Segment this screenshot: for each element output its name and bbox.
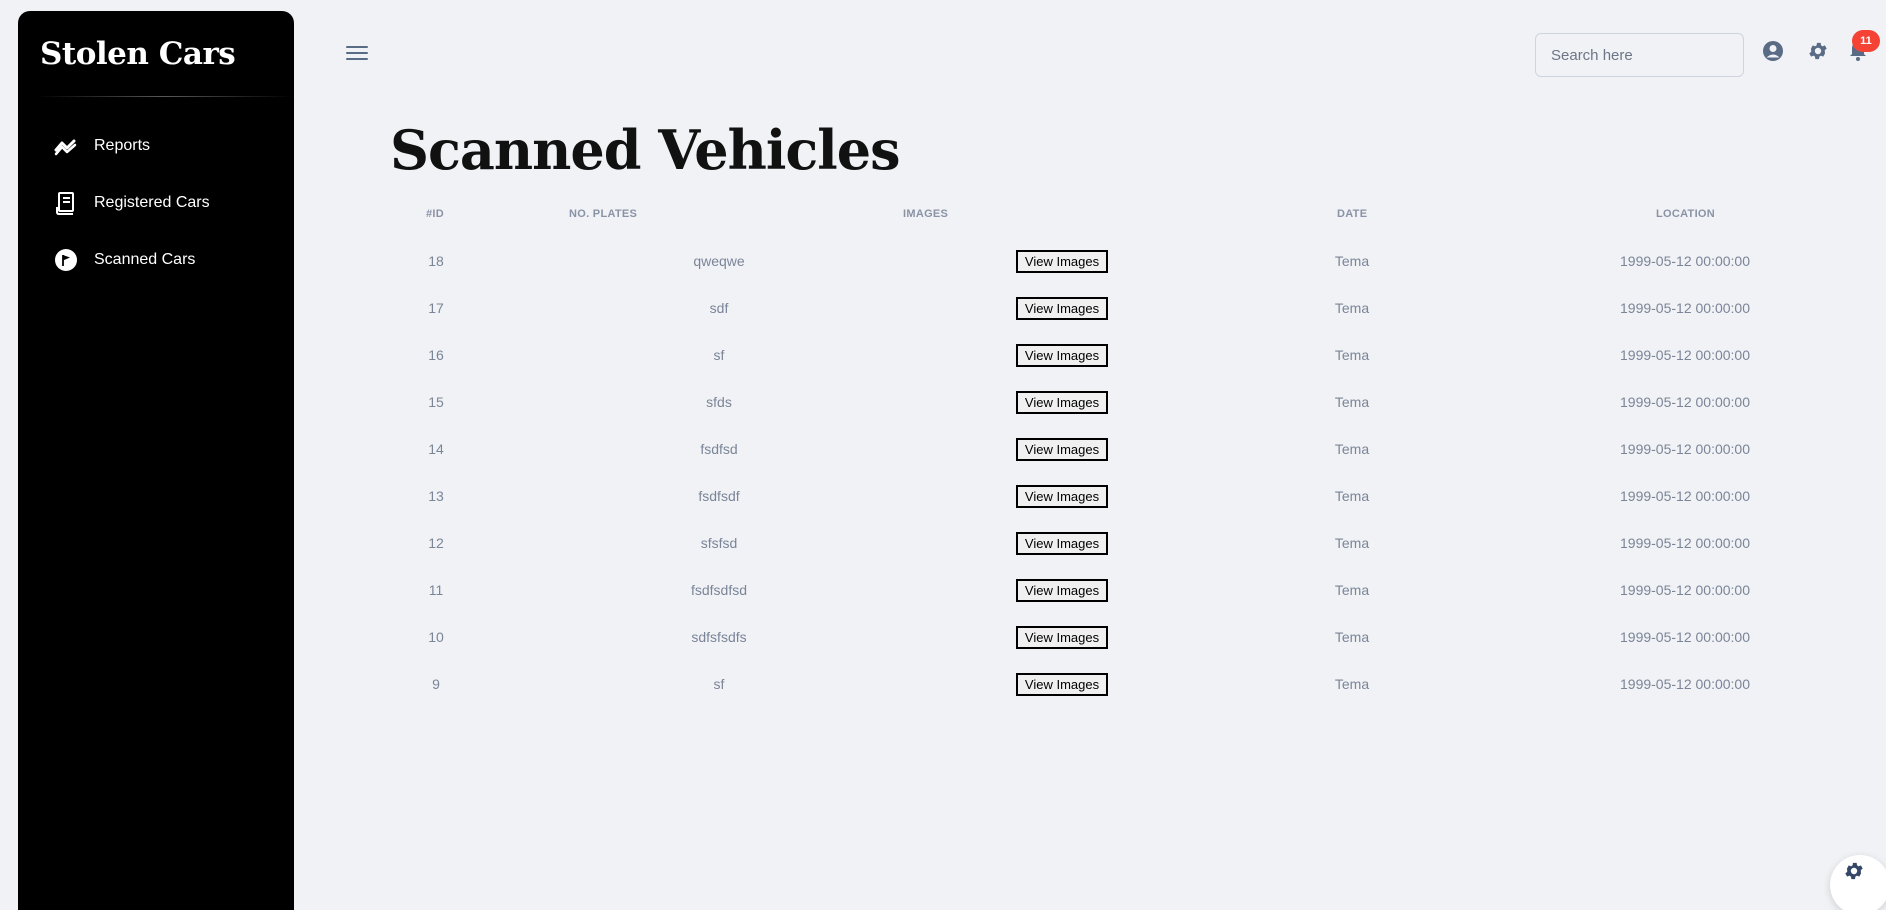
cell-date: Tema (1334, 535, 1370, 551)
cell-location: 1999-05-12 00:00:00 (1620, 441, 1750, 457)
page-title: Scanned Vehicles (390, 118, 901, 182)
cell-date: Tema (1334, 676, 1370, 692)
cell-date: Tema (1334, 582, 1370, 598)
column-header-images: IMAGES (903, 208, 949, 220)
view-images-button[interactable]: View Images (1016, 626, 1108, 649)
cell-plate: sf (713, 347, 725, 363)
view-images-button[interactable]: View Images (1016, 391, 1108, 414)
cell-location: 1999-05-12 00:00:00 (1620, 582, 1750, 598)
view-images-button[interactable]: View Images (1016, 438, 1108, 461)
cell-plate: qweqwe (693, 253, 745, 269)
cell-id: 12 (428, 535, 444, 551)
configurator-button[interactable] (1830, 855, 1886, 910)
cell-id: 17 (428, 300, 444, 316)
sidebar-item-reports[interactable]: Reports (54, 131, 150, 161)
view-images-button[interactable]: View Images (1016, 344, 1108, 367)
cell-id: 13 (428, 488, 444, 504)
cell-id: 11 (428, 582, 444, 598)
cell-location: 1999-05-12 00:00:00 (1620, 394, 1750, 410)
table-row: 16 sf View Images Tema 1999-05-12 00:00:… (0, 332, 1886, 379)
settings-icon[interactable] (1807, 40, 1829, 62)
cell-plate: fsdfsdfsd (690, 582, 748, 598)
cell-id: 14 (428, 441, 444, 457)
table-row: 15 sfds View Images Tema 1999-05-12 00:0… (0, 379, 1886, 426)
cell-plate: fsdfsdf (698, 488, 740, 504)
table-row: 13 fsdfsdf View Images Tema 1999-05-12 0… (0, 473, 1886, 520)
table-row: 17 sdf View Images Tema 1999-05-12 00:00… (0, 285, 1886, 332)
trending-icon (54, 134, 78, 158)
sidebar-item-label: Registered Cars (94, 194, 210, 211)
cell-location: 1999-05-12 00:00:00 (1620, 253, 1750, 269)
view-images-button[interactable]: View Images (1016, 673, 1108, 696)
brand-logo[interactable]: Stolen Cars (40, 36, 236, 72)
sidebar-item-registered-cars[interactable]: Registered Cars (54, 188, 210, 218)
view-images-button[interactable]: View Images (1016, 532, 1108, 555)
cell-plate: fsdfsd (700, 441, 738, 457)
view-images-button[interactable]: View Images (1016, 250, 1108, 273)
cell-plate: sf (713, 676, 725, 692)
table-row: 10 sdfsfsdfs View Images Tema 1999-05-12… (0, 614, 1886, 661)
cell-location: 1999-05-12 00:00:00 (1620, 535, 1750, 551)
cell-date: Tema (1334, 253, 1370, 269)
cell-date: Tema (1334, 347, 1370, 363)
cell-plate: sfsfsd (700, 535, 738, 551)
column-header-id: #ID (426, 208, 445, 220)
cell-plate: sdfsfsdfs (691, 629, 747, 645)
settings-icon (1843, 860, 1865, 882)
menu-toggle-button[interactable] (346, 46, 368, 62)
column-header-date: DATE (1337, 208, 1368, 220)
cell-plate: sdf (709, 300, 729, 316)
table-row: 14 fsdfsd View Images Tema 1999-05-12 00… (0, 426, 1886, 473)
cell-id: 9 (432, 676, 440, 692)
cell-location: 1999-05-12 00:00:00 (1620, 629, 1750, 645)
cell-date: Tema (1334, 629, 1370, 645)
cell-plate: sfds (706, 394, 732, 410)
cell-location: 1999-05-12 00:00:00 (1620, 488, 1750, 504)
account-icon[interactable] (1762, 40, 1784, 62)
cell-location: 1999-05-12 00:00:00 (1620, 676, 1750, 692)
hamburger-line (346, 46, 368, 48)
view-images-button[interactable]: View Images (1016, 297, 1108, 320)
cell-date: Tema (1334, 441, 1370, 457)
view-images-button[interactable]: View Images (1016, 579, 1108, 602)
hamburger-line (346, 52, 368, 54)
cell-location: 1999-05-12 00:00:00 (1620, 300, 1750, 316)
cell-id: 10 (428, 629, 444, 645)
cell-date: Tema (1334, 300, 1370, 316)
table-row: 9 sf View Images Tema 1999-05-12 00:00:0… (0, 661, 1886, 708)
receipt-icon (54, 191, 78, 215)
table-row: 12 sfsfsd View Images Tema 1999-05-12 00… (0, 520, 1886, 567)
view-images-button[interactable]: View Images (1016, 485, 1108, 508)
cell-id: 15 (428, 394, 444, 410)
table-row: 18 qweqwe View Images Tema 1999-05-12 00… (0, 238, 1886, 285)
column-header-location: LOCATION (1656, 208, 1716, 220)
hamburger-line (346, 58, 368, 60)
table-row: 11 fsdfsdfsd View Images Tema 1999-05-12… (0, 567, 1886, 614)
cell-id: 16 (428, 347, 444, 363)
column-header-plates: NO. PLATES (569, 208, 638, 220)
sidebar-item-label: Reports (94, 137, 151, 154)
cell-date: Tema (1334, 488, 1370, 504)
sidebar-divider (36, 96, 294, 97)
cell-date: Tema (1334, 394, 1370, 410)
cell-id: 18 (428, 253, 444, 269)
notification-badge: 11 (1852, 30, 1880, 52)
search-input[interactable] (1535, 33, 1744, 77)
cell-location: 1999-05-12 00:00:00 (1620, 347, 1750, 363)
